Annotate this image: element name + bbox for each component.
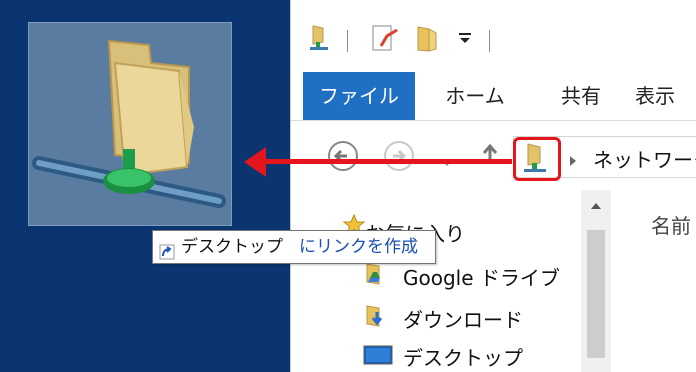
column-header-name[interactable]: 名前 bbox=[651, 210, 691, 239]
scroll-up-icon[interactable] bbox=[590, 202, 602, 210]
tab-view[interactable]: 表示 bbox=[635, 72, 696, 120]
customize-dropdown-icon[interactable] bbox=[457, 30, 473, 50]
tab-share[interactable]: 共有 bbox=[541, 72, 621, 120]
navigation-bar: ネットワーク bbox=[291, 128, 696, 184]
new-folder-icon[interactable] bbox=[415, 24, 439, 58]
drag-tooltip: デスクトップ にリンクを作成 bbox=[152, 230, 436, 264]
downloads-folder-icon bbox=[365, 302, 389, 332]
forward-button[interactable] bbox=[383, 140, 415, 176]
back-button[interactable] bbox=[327, 140, 359, 176]
navigation-pane: お気に入り Google ドライブ ダウンロード デスクトップ bbox=[291, 190, 691, 372]
tooltip-action-label: にリンクを作成 bbox=[299, 237, 418, 257]
shortcut-arrow-icon bbox=[159, 239, 175, 271]
nav-scrollbar[interactable] bbox=[581, 190, 611, 372]
ribbon-tabs: ファイル ホーム 共有 表示 bbox=[291, 72, 696, 121]
tab-file[interactable]: ファイル bbox=[303, 72, 415, 120]
network-folder-icon bbox=[309, 24, 331, 56]
tab-home[interactable]: ホーム bbox=[425, 72, 525, 120]
back-arrow-icon bbox=[328, 141, 358, 171]
annotation-arrow-shaft bbox=[262, 159, 512, 164]
breadcrumb-chevron-icon[interactable] bbox=[569, 152, 577, 171]
quick-access-toolbar bbox=[291, 0, 696, 70]
toolbar-separator bbox=[489, 30, 490, 52]
nav-item-google-drive[interactable]: Google ドライブ bbox=[403, 262, 560, 291]
up-button[interactable] bbox=[481, 142, 499, 170]
annotation-arrow-head bbox=[244, 147, 266, 177]
annotation-highlight-box bbox=[513, 137, 561, 181]
desktop-network-folder-shortcut[interactable] bbox=[28, 22, 232, 226]
properties-icon[interactable] bbox=[371, 24, 399, 58]
tooltip-target-label: デスクトップ bbox=[181, 237, 283, 257]
nav-item-desktop[interactable]: デスクトップ bbox=[403, 342, 523, 371]
nav-item-downloads[interactable]: ダウンロード bbox=[403, 304, 523, 333]
toolbar-separator bbox=[347, 30, 348, 52]
scroll-thumb[interactable] bbox=[587, 230, 605, 358]
file-explorer-window: ファイル ホーム 共有 表示 ネットワー Google ドライブ ダウンロード … bbox=[290, 0, 696, 372]
forward-arrow-icon bbox=[384, 141, 414, 171]
breadcrumb-network[interactable]: ネットワーク bbox=[593, 144, 696, 173]
desktop-icon bbox=[363, 344, 393, 372]
network-folder-icon bbox=[32, 39, 226, 208]
desktop-area[interactable] bbox=[0, 0, 290, 372]
google-drive-folder-icon bbox=[365, 260, 389, 290]
